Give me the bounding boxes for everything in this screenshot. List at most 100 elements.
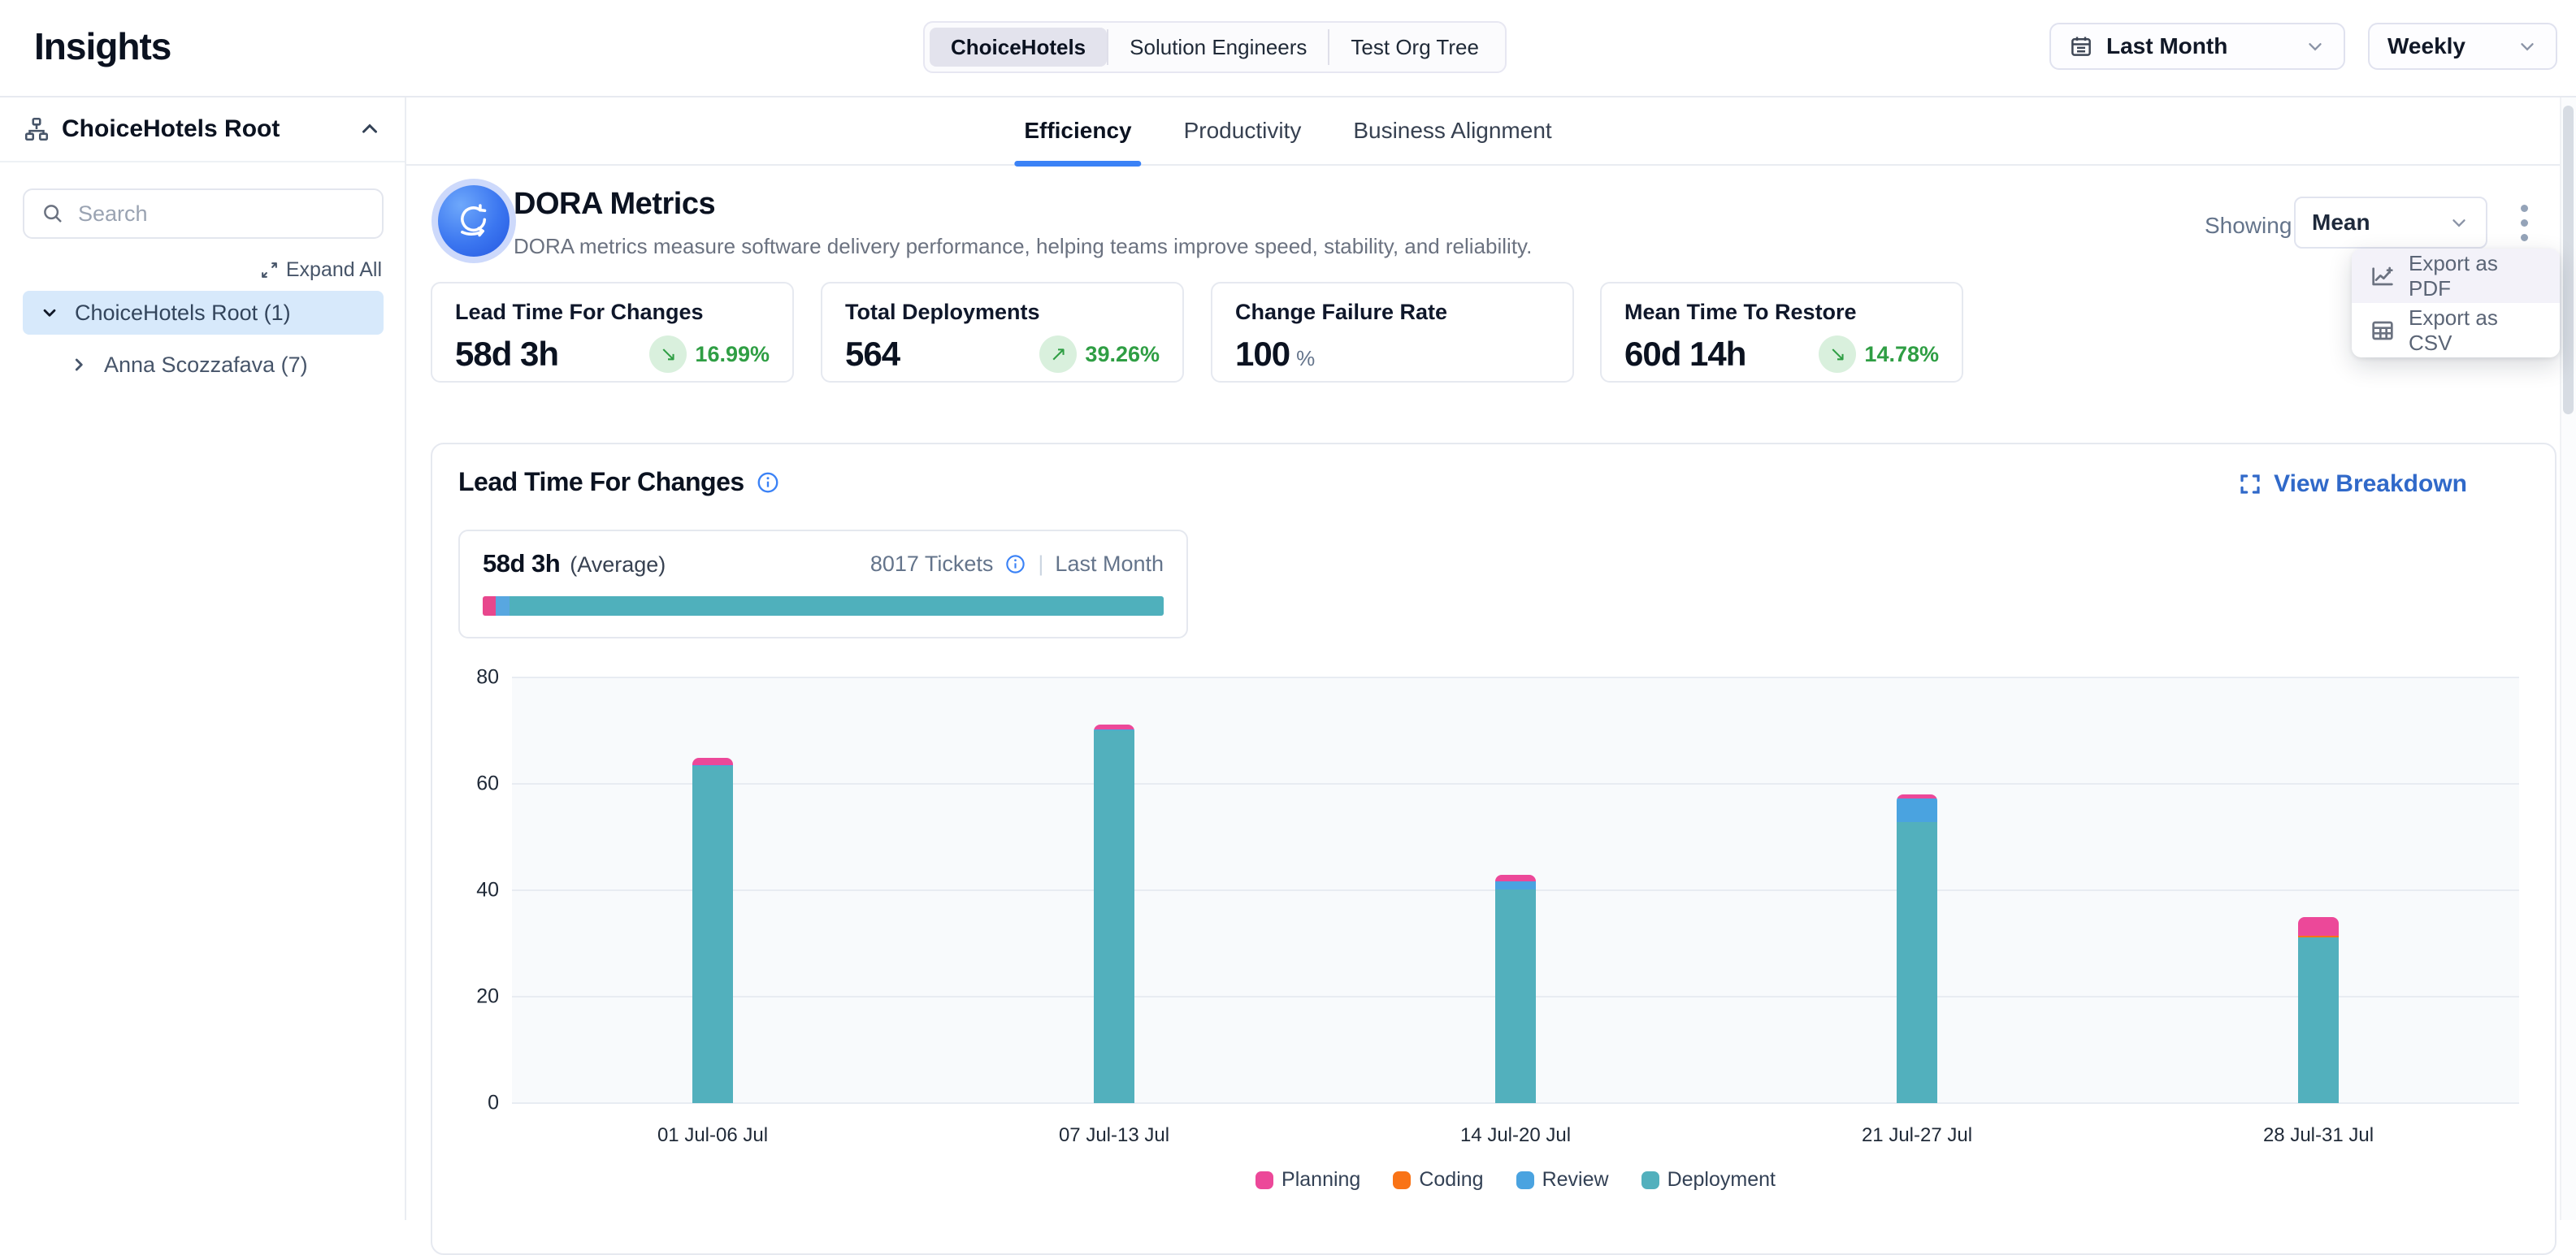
scrollbar-track[interactable] <box>2560 97 2576 1220</box>
deployment-segment <box>2298 937 2339 1103</box>
metric-delta-value: 16.99% <box>695 342 770 367</box>
granularity-select[interactable]: Weekly <box>2368 23 2557 70</box>
sidebar-header: ChoiceHotels Root <box>0 97 405 162</box>
metric-card-change-failure-rate: Change Failure Rate 100% <box>1211 282 1574 383</box>
expand-all-button[interactable]: Expand All <box>259 258 382 282</box>
metric-delta: ↘ 14.78% <box>1819 335 1939 373</box>
kebab-menu-icon[interactable] <box>2516 200 2533 246</box>
tab-business-alignment[interactable]: Business Alignment <box>1353 97 1551 165</box>
granularity-select-value: Weekly <box>2387 33 2465 59</box>
y-tick-label-60: 60 <box>476 772 499 796</box>
y-tick-label-0: 0 <box>488 1092 499 1115</box>
legend-label: Planning <box>1281 1168 1360 1192</box>
calendar-icon <box>2069 34 2093 58</box>
search-input[interactable] <box>78 201 366 227</box>
export-csv-menu-item[interactable]: Export as CSV <box>2352 303 2560 357</box>
expand-all-label: Expand All <box>286 258 382 282</box>
org-tab-choicehotels[interactable]: ChoiceHotels <box>930 28 1107 67</box>
showing-select[interactable]: Mean <box>2294 197 2487 249</box>
summary-average-label: (Average) <box>570 552 666 578</box>
bar-14Jul-20Jul[interactable] <box>1495 875 1536 1103</box>
org-tab-solution-engineers[interactable]: Solution Engineers <box>1108 28 1328 67</box>
org-tree-icon <box>23 115 50 143</box>
chevron-down-icon <box>2448 212 2470 233</box>
metric-value: 564 <box>845 335 900 374</box>
bar-28Jul-31Jul[interactable] <box>2298 917 2339 1103</box>
showing-label: Showing <box>2205 213 2292 239</box>
export-pdf-menu-item[interactable]: Export as PDF <box>2352 249 2560 303</box>
metric-value: 100% <box>1235 335 1314 374</box>
export-csv-icon <box>2370 318 2396 344</box>
metric-unit: % <box>1296 346 1314 370</box>
metric-value: 60d 14h <box>1624 335 1746 374</box>
planning-segment <box>1495 875 1536 881</box>
search-icon <box>41 201 65 226</box>
trend-up-icon: ↗ <box>1039 335 1077 373</box>
info-icon[interactable] <box>1004 553 1026 575</box>
summary-divider: | <box>1038 552 1043 577</box>
deployment-segment <box>1094 730 1134 1103</box>
section-title: Lead Time For Changes <box>458 467 744 497</box>
chevron-down-icon <box>2305 36 2326 57</box>
period-select[interactable]: Last Month <box>2049 23 2345 70</box>
summary-tickets: 8017 Tickets <box>870 552 994 577</box>
legend-swatch-review <box>1516 1171 1534 1189</box>
org-tab-test-org-tree[interactable]: Test Org Tree <box>1329 28 1500 67</box>
bar-07Jul-13Jul[interactable] <box>1094 725 1134 1103</box>
view-breakdown-label: View Breakdown <box>2274 470 2467 498</box>
tree-item-label: Anna Scozzafava (7) <box>104 353 308 378</box>
legend-item-planning: Planning <box>1255 1168 1360 1192</box>
sidebar-root-title: ChoiceHotels Root <box>62 115 346 143</box>
chevron-down-icon <box>2517 36 2538 57</box>
tab-productivity[interactable]: Productivity <box>1184 97 1302 165</box>
tree-item-choicehotels-root[interactable]: ChoiceHotels Root (1) <box>23 291 384 335</box>
metric-card-mean-time-to-restore: Mean Time To Restore 60d 14h ↘ 14.78% <box>1600 282 1963 383</box>
bar-21Jul-27Jul[interactable] <box>1897 794 1937 1103</box>
summary-period: Last Month <box>1055 552 1164 577</box>
chevron-right-icon[interactable] <box>68 354 89 375</box>
review-segment <box>1897 798 1937 822</box>
x-tick-label: 07 Jul-13 Jul <box>1059 1124 1169 1147</box>
deployment-segment <box>692 766 733 1103</box>
legend-label: Coding <box>1419 1168 1483 1192</box>
legend-swatch-deployment <box>1641 1171 1659 1189</box>
dora-icon <box>432 179 516 263</box>
legend-item-coding: Coding <box>1393 1168 1483 1192</box>
metric-delta: ↗ 39.26% <box>1039 335 1160 373</box>
scrollbar-thumb[interactable] <box>2563 106 2574 414</box>
metric-title: Mean Time To Restore <box>1624 300 1939 325</box>
sidebar-search <box>23 188 384 239</box>
chevron-down-icon[interactable] <box>39 302 60 323</box>
view-breakdown-button[interactable]: View Breakdown <box>2238 470 2467 498</box>
legend-swatch-coding <box>1393 1171 1411 1189</box>
dora-metrics-title: DORA Metrics <box>514 187 715 222</box>
summary-bar-segment-planning <box>483 596 496 616</box>
tree-item-anna-scozzafava[interactable]: Anna Scozzafava (7) <box>52 343 384 387</box>
legend-label: Review <box>1542 1168 1609 1192</box>
app-header: Insights ChoiceHotels Solution Engineers… <box>0 0 2576 97</box>
export-pdf-label: Export as PDF <box>2409 251 2542 301</box>
metric-title: Change Failure Rate <box>1235 300 1550 325</box>
summary-bar-segment-review <box>496 596 510 616</box>
page-title: Insights <box>34 24 171 68</box>
bar-01Jul-06Jul[interactable] <box>692 758 733 1103</box>
trend-down-icon: ↘ <box>649 335 687 373</box>
chart-plot <box>512 677 2519 1103</box>
info-icon[interactable] <box>756 470 780 495</box>
legend-label: Deployment <box>1667 1168 1776 1192</box>
main-tab-strip: Efficiency Productivity Business Alignme… <box>406 97 2576 166</box>
metric-card-lead-time: Lead Time For Changes 58d 3h ↘ 16.99% <box>431 282 794 383</box>
deployment-segment <box>1897 822 1937 1103</box>
export-menu: Export as PDF Export as CSV <box>2352 249 2560 357</box>
x-tick-label: 21 Jul-27 Jul <box>1862 1124 1972 1147</box>
legend-swatch-planning <box>1255 1171 1273 1189</box>
tab-efficiency[interactable]: Efficiency <box>1024 97 1131 165</box>
view-breakdown-icon <box>2238 472 2262 496</box>
trend-down-icon: ↘ <box>1819 335 1856 373</box>
summary-bar-segment-deployment <box>510 596 1164 616</box>
export-pdf-icon <box>2370 263 2396 289</box>
planning-segment <box>2298 917 2339 935</box>
showing-select-value: Mean <box>2312 210 2439 236</box>
collapse-chevron-icon[interactable] <box>358 117 382 141</box>
legend-item-review: Review <box>1516 1168 1609 1192</box>
